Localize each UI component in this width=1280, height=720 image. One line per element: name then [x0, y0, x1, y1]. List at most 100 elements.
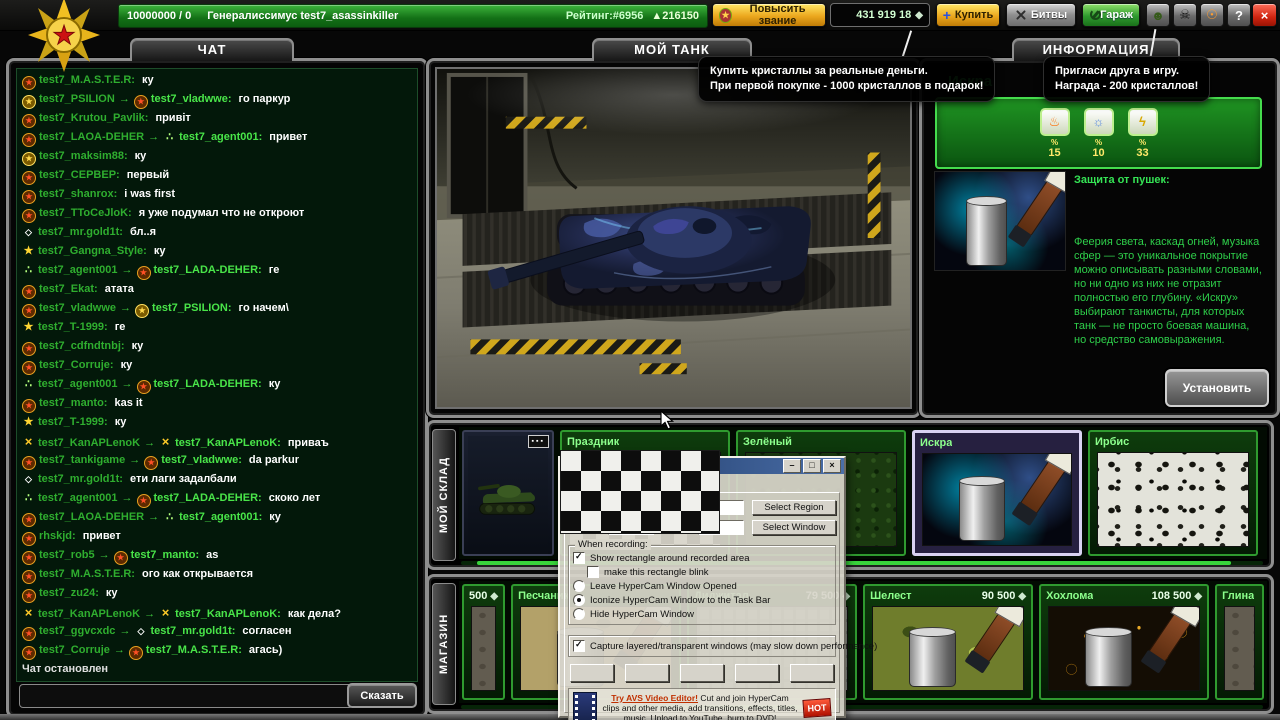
chat-sender[interactable]: test7_agent001 — [38, 378, 118, 390]
chat-sender[interactable]: test7_manto: — [39, 397, 107, 409]
select-window-button[interactable]: Select Window — [752, 520, 836, 535]
chat-sender[interactable]: test7_cdfndtnbj: — [39, 340, 125, 352]
avs-ad-banner[interactable]: Try AVS Video Editor! Cut and join Hyper… — [568, 688, 836, 720]
chat-sender[interactable]: test7_KanAPLenoK — [38, 437, 140, 449]
chat-sender[interactable]: test7_Ekat: — [39, 283, 98, 295]
help-button[interactable]: ? — [1227, 3, 1251, 27]
chat-sender[interactable]: test7_maksim88: — [39, 150, 128, 162]
chat-sender[interactable]: test7_mr.gold1t: — [38, 473, 123, 485]
ad-lead[interactable]: Try AVS Video Editor! — [611, 693, 698, 703]
hypercam-option[interactable]: Show rectangle around recorded area — [573, 551, 831, 565]
minimize-icon[interactable]: – — [783, 459, 801, 473]
chat-sender[interactable]: test7_T-1999: — [38, 321, 108, 333]
exit-button[interactable]: × — [1252, 3, 1277, 27]
close-icon[interactable]: × — [823, 459, 841, 473]
chat-sender[interactable]: test7_LAOA-DEHER — [39, 131, 144, 143]
chat-text: ку — [132, 340, 144, 352]
hypercam-button[interactable] — [735, 664, 779, 682]
battles-button[interactable]: Битвы — [1006, 3, 1076, 27]
hypercam-option[interactable]: Capture layered/transparent windows (may… — [573, 639, 831, 653]
option-box-icon[interactable] — [573, 640, 585, 652]
chat-input-row: Сказать — [17, 683, 417, 709]
tab-my-storage[interactable]: МОЙ СКЛАД — [432, 429, 456, 561]
chat-sender[interactable]: test7_Krutou_Pavlik: — [39, 112, 148, 124]
chat-recipient[interactable]: test7_mr.gold1t: — [150, 625, 235, 637]
chat-sender[interactable]: test7_M.A.S.T.E.R: — [39, 568, 135, 580]
option-box-icon[interactable] — [573, 552, 585, 564]
chat-text: ге — [115, 321, 126, 333]
crystal-gem-icon: ◆ — [490, 591, 498, 602]
chat-sender[interactable]: test7_Corruje — [39, 644, 110, 656]
paint-tile[interactable]: Ирбис — [1088, 430, 1258, 556]
garage-button[interactable]: Гараж — [1082, 3, 1140, 27]
hypercam-button[interactable] — [790, 664, 834, 682]
hypercam-option[interactable]: Leave HyperCam Window Opened — [573, 579, 831, 593]
chat-sender[interactable]: test7_M.A.S.T.E.R: — [39, 74, 135, 86]
hypercam-option[interactable]: Iconize HyperCam Window to the Task Bar — [573, 593, 831, 607]
buy-crystals-button[interactable]: + Купить — [936, 3, 1000, 27]
option-label: Hide HyperCam Window — [590, 609, 694, 620]
paint-tile[interactable]: ▪▪▪ — [462, 430, 554, 556]
option-box-icon[interactable] — [573, 594, 585, 606]
chat-recipient[interactable]: test7_agent001: — [179, 131, 262, 143]
crystal-balance[interactable]: 431 919 18 ◆ — [830, 3, 930, 27]
chat-sender[interactable]: test7_PSILION — [39, 93, 115, 105]
chat-sender[interactable]: test7_mr.gold1t: — [38, 226, 123, 238]
paint-tile[interactable]: Глина — [1215, 584, 1264, 700]
rank-badge-icon: ★ — [22, 0, 106, 74]
option-box-icon[interactable] — [573, 608, 585, 620]
chat-sender[interactable]: test7_LAOA-DEHER — [39, 511, 144, 523]
paint-tile[interactable]: 500◆ — [462, 584, 505, 700]
chat-recipient[interactable]: test7_vladwwe: — [151, 93, 232, 105]
chat-sender[interactable]: test7_agent001 — [38, 264, 118, 276]
paint-tile[interactable]: Хохлома 108 500◆ — [1039, 584, 1209, 700]
tab-shop[interactable]: МАГАЗИН — [432, 583, 456, 705]
chat-sender[interactable]: test7_Gangna_Style: — [38, 245, 147, 257]
when-recording-label: When recording: — [575, 539, 651, 550]
chat-recipient[interactable]: test7_manto: — [131, 549, 199, 561]
chat-sender[interactable]: test7_CEPBEP: — [39, 169, 120, 181]
chat-sender[interactable]: test7_vladwwe — [39, 302, 116, 314]
chat-recipient[interactable]: test7_PSILION: — [152, 302, 231, 314]
chat-sender[interactable]: test7_zu24: — [39, 587, 99, 599]
chat-sender[interactable]: test7_T-1999: — [38, 416, 108, 428]
say-button[interactable]: Сказать — [347, 683, 417, 708]
chat-sender[interactable]: test7_shanrox: — [39, 188, 117, 200]
paint-tile[interactable]: Шелест 90 500◆ — [863, 584, 1033, 700]
chat-recipient[interactable]: test7_KanAPLenoK: — [175, 437, 281, 449]
option-box-icon[interactable] — [573, 580, 585, 592]
chat-sender[interactable]: test7_tankigame — [39, 454, 125, 466]
chat-sender[interactable]: test7_Corruje: — [39, 359, 114, 371]
option-box-icon[interactable] — [587, 566, 599, 578]
install-button[interactable]: Установить — [1165, 369, 1269, 407]
chat-sender[interactable]: test7_agent001 — [38, 492, 118, 504]
invite-friend-button[interactable]: ☻ — [1146, 3, 1170, 27]
hypercam-button[interactable] — [680, 664, 724, 682]
chat-sender[interactable]: test7_ggvcxdc — [39, 625, 115, 637]
chat-recipient[interactable]: test7_LADA-DEHER: — [154, 378, 262, 390]
hypercam-option[interactable]: make this rectangle blink — [573, 565, 831, 579]
rank-icon — [22, 456, 36, 470]
paint-tile[interactable]: Искра — [912, 430, 1082, 556]
select-region-button[interactable]: Select Region — [752, 500, 836, 515]
chat-recipient[interactable]: test7_M.A.S.T.E.R: — [146, 644, 242, 656]
chat-recipient[interactable]: test7_KanAPLenoK: — [175, 608, 281, 620]
chat-sender[interactable]: rhskjd: — [39, 530, 76, 542]
chat-recipient[interactable]: test7_vladwwe: — [161, 454, 242, 466]
clan-button[interactable]: ☠ — [1173, 3, 1197, 27]
sound-button[interactable]: ☉ — [1200, 3, 1224, 27]
hypercam-button[interactable] — [570, 664, 614, 682]
chat-sender[interactable]: test7_TToCeJloK: — [39, 207, 132, 219]
chat-recipient[interactable]: test7_agent001: — [179, 511, 262, 523]
hypercam-button[interactable] — [625, 664, 669, 682]
chat-message: test7_Corruje:ку — [22, 356, 417, 375]
chat-input[interactable] — [19, 684, 353, 708]
chat-recipient[interactable]: test7_LADA-DEHER: — [154, 264, 262, 276]
hypercam-option[interactable]: Hide HyperCam Window — [573, 607, 831, 621]
tab-chat[interactable]: ЧАТ — [130, 38, 294, 61]
chat-sender[interactable]: test7_rob5 — [39, 549, 95, 561]
raise-rank-button[interactable]: ★ Повысить звание — [712, 3, 826, 27]
maximize-icon[interactable]: □ — [803, 459, 821, 473]
chat-sender[interactable]: test7_KanAPLenoK — [38, 608, 140, 620]
chat-recipient[interactable]: test7_LADA-DEHER: — [154, 492, 262, 504]
